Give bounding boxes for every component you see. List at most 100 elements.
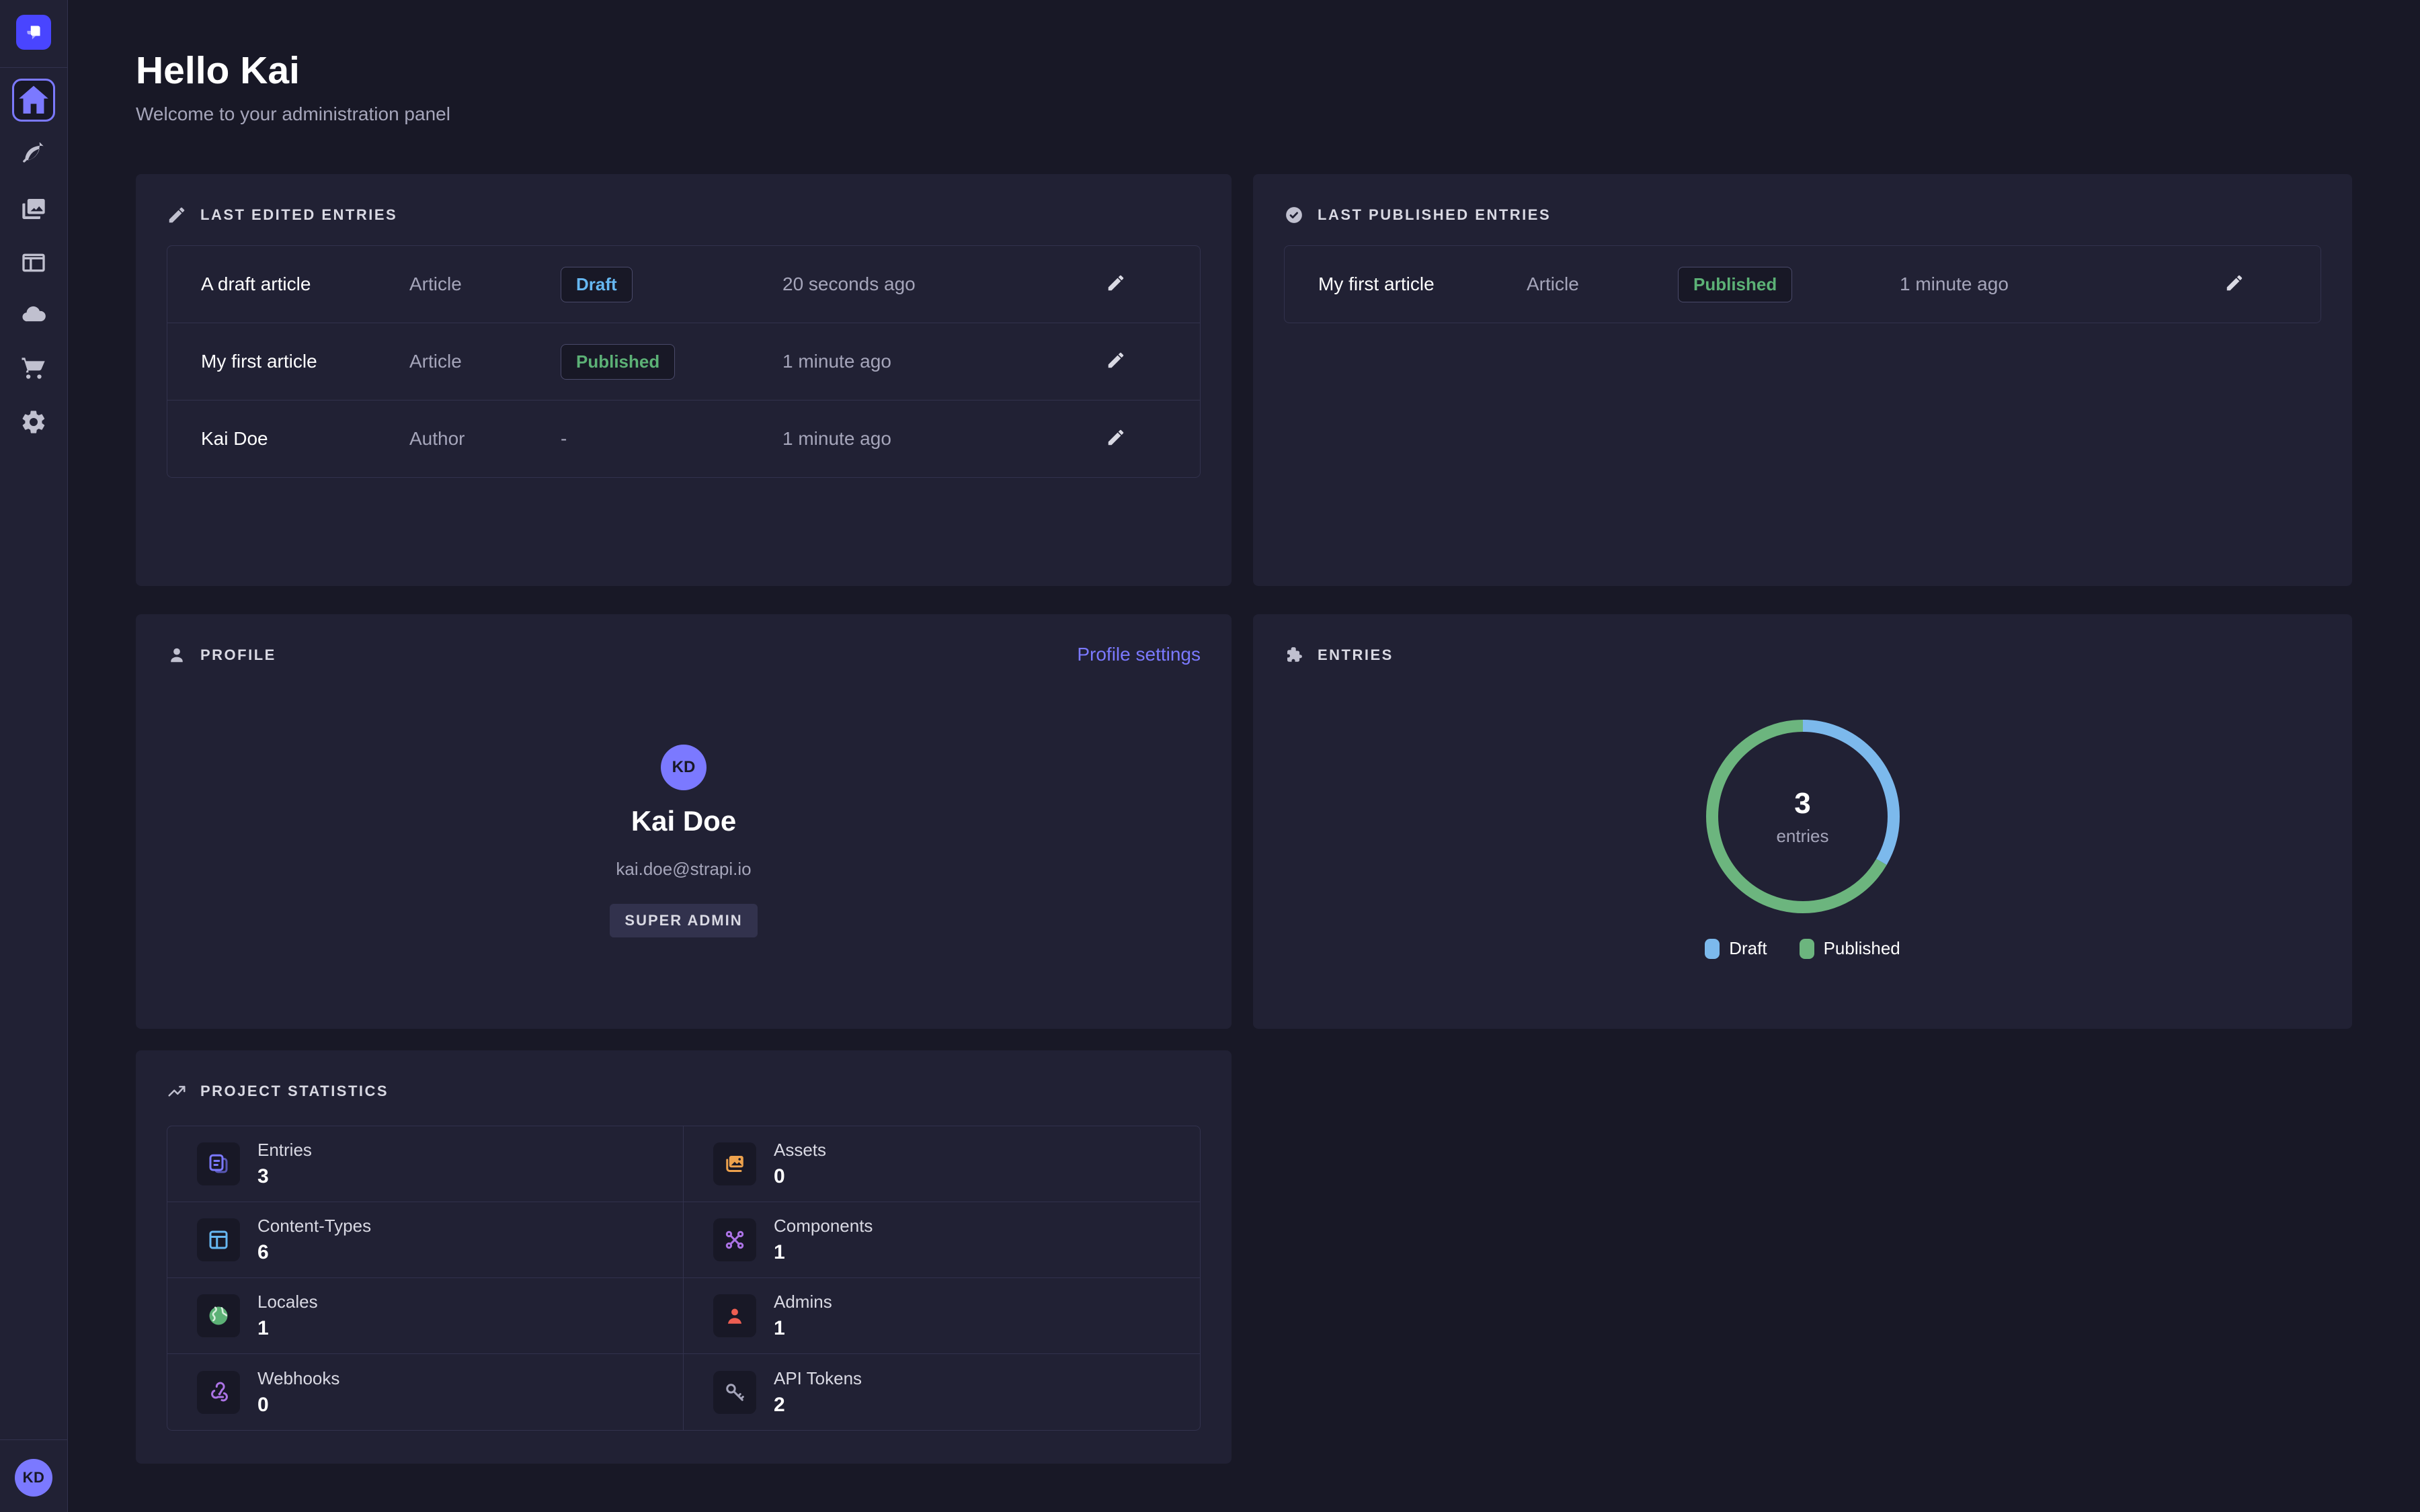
key-icon [713,1371,756,1414]
stat-label: Locales [257,1292,318,1312]
stat-value: 1 [774,1241,873,1264]
sidebar-item-cloud[interactable] [20,302,47,329]
stat-label: Components [774,1216,873,1236]
entry-kind: Article [409,351,561,372]
page-title: Hello Kai [136,48,450,93]
edit-entry-button[interactable] [2224,273,2245,293]
stat-assets: Assets0 [684,1126,1200,1202]
stat-entries: Entries 3 [167,1126,684,1202]
components-icon [713,1218,756,1261]
entry-status-empty: - [561,428,782,450]
profile-name: Kai Doe [631,805,736,837]
table-row: A draft article Article Draft 20 seconds… [167,246,1200,323]
entry-name: A draft article [201,274,409,295]
entries-chart-card: ENTRIES 3 entries Draft Published [1253,614,2352,1029]
entry-name: Kai Doe [201,428,409,450]
sidebar-user-avatar[interactable]: KD [15,1459,52,1497]
stat-components: Components 1 [684,1202,1200,1278]
layout-icon [197,1218,240,1261]
stat-label: Admins [774,1292,832,1312]
stat-value: 1 [774,1317,832,1340]
sidebar-item-media-library[interactable] [20,196,47,222]
project-statistics-card: PROJECT STATISTICS Entries 3 Assets0 Cont… [136,1050,1232,1464]
profile-body: KD Kai Doe kai.doe@strapi.io SUPER ADMIN [167,665,1201,937]
entry-time: 1 minute ago [1900,274,2182,295]
status-badge: Published [1678,267,1792,302]
trending-up-icon [167,1081,187,1101]
published-swatch [1800,939,1814,959]
card-title: LAST PUBLISHED ENTRIES [1318,206,1551,224]
sidebar: KD [0,0,68,1512]
admin-user-icon [713,1294,756,1337]
table-row: Kai Doe Author - 1 minute ago [167,400,1200,477]
cart-icon [20,354,47,381]
sidebar-item-content-manager[interactable] [20,142,47,169]
legend-label: Published [1824,938,1900,959]
entry-time: 20 seconds ago [782,274,1065,295]
stats-grid: Entries 3 Assets0 Content-Types6 Componen… [167,1126,1201,1431]
stat-value: 0 [257,1394,339,1417]
page-subtitle: Welcome to your administration panel [136,103,450,125]
table-row: My first article Article Published 1 min… [1285,246,2321,323]
card-heading: LAST EDITED ENTRIES [167,205,1201,225]
stat-locales: Locales 1 [167,1278,684,1354]
stat-label: Entries [257,1140,312,1161]
stat-value: 1 [257,1317,318,1340]
sidebar-bottom-divider [0,1439,67,1440]
edit-entry-button[interactable] [1106,350,1126,370]
pencil-icon [1106,427,1126,448]
stat-label: Content-Types [257,1216,371,1236]
profile-card: PROFILE Profile settings KD Kai Doe kai.… [136,614,1232,1029]
globe-icon [197,1294,240,1337]
card-title: PROFILE [200,646,276,664]
documents-icon [197,1142,240,1185]
entry-kind: Article [409,274,561,295]
legend-label: Draft [1729,938,1767,959]
sidebar-item-home[interactable] [12,79,55,122]
edit-entry-button[interactable] [1106,427,1126,448]
pencil-icon [2224,273,2245,293]
entry-name: My first article [1318,274,1527,295]
chart-legend: Draft Published [1253,938,2352,959]
strapi-admin-dashboard: KD Hello Kai Welcome to your administrat… [0,0,2420,1512]
sidebar-item-settings[interactable] [20,409,47,435]
stat-content-types: Content-Types6 [167,1202,684,1278]
card-title: PROJECT STATISTICS [200,1083,389,1100]
puzzle-icon [1284,645,1304,665]
strapi-logo[interactable] [16,15,51,50]
sidebar-item-marketplace[interactable] [20,354,47,381]
stat-api-tokens: API Tokens2 [684,1354,1200,1430]
table-row: My first article Article Published 1 min… [167,323,1200,400]
profile-settings-link[interactable]: Profile settings [1077,644,1201,665]
entries-count-label: entries [1776,826,1828,847]
last-published-entries-card: LAST PUBLISHED ENTRIES My first article … [1253,174,2352,586]
stat-webhooks: Webhooks0 [167,1354,684,1430]
images-icon [713,1142,756,1185]
stat-value: 3 [257,1165,312,1188]
card-heading: ENTRIES [1284,645,2321,665]
last-edited-entries-card: LAST EDITED ENTRIES A draft article Arti… [136,174,1232,586]
entry-kind: Article [1527,274,1678,295]
legend-item-draft: Draft [1705,938,1767,959]
entries-table: A draft article Article Draft 20 seconds… [167,245,1201,478]
card-title: LAST EDITED ENTRIES [200,206,397,224]
media-library-icon [20,196,47,222]
stat-admins: Admins 1 [684,1278,1200,1354]
edit-entry-button[interactable] [1106,273,1126,293]
sidebar-item-content-type-builder[interactable] [20,249,47,276]
layout-icon [20,249,47,276]
avatar: KD [661,745,707,790]
strapi-logo-icon [22,21,45,44]
role-badge: SUPER ADMIN [610,904,757,937]
stat-value: 0 [774,1165,826,1188]
entry-name: My first article [201,351,409,372]
user-icon [167,645,187,665]
entry-kind: Author [409,428,561,450]
cloud-icon [20,302,47,329]
legend-item-published: Published [1800,938,1900,959]
stat-value: 2 [774,1394,862,1417]
page-header: Hello Kai Welcome to your administration… [136,48,450,125]
sidebar-divider [0,67,67,68]
card-heading: PROJECT STATISTICS [167,1081,1201,1101]
profile-email: kai.doe@strapi.io [616,859,751,880]
